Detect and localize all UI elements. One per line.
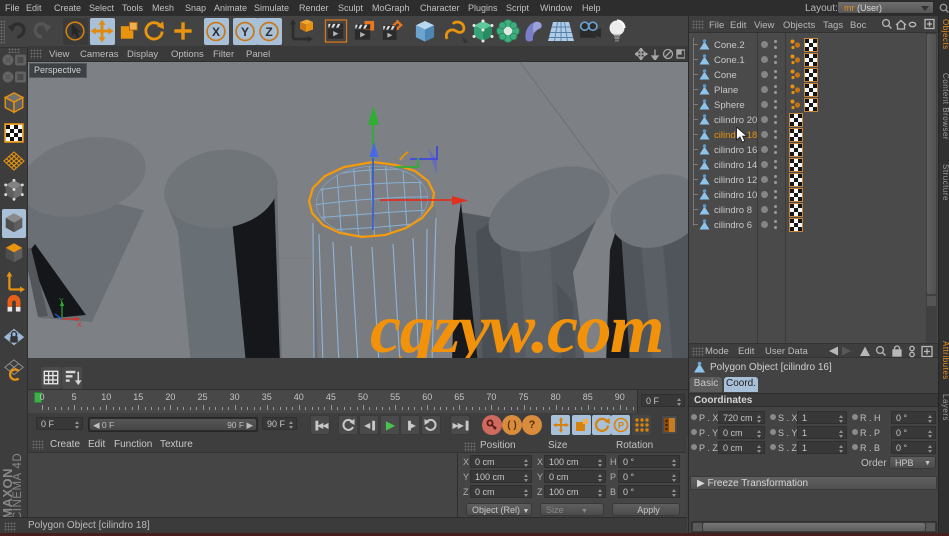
svg-text:Y: Y xyxy=(241,25,249,39)
svg-text:Y: Y xyxy=(59,298,64,305)
svg-text:Z: Z xyxy=(265,25,272,39)
svg-text:X: X xyxy=(77,322,82,329)
svg-text:cgzyw.com: cgzyw.com xyxy=(370,291,663,358)
svg-text:P: P xyxy=(617,421,623,431)
svg-text:X: X xyxy=(212,25,220,39)
